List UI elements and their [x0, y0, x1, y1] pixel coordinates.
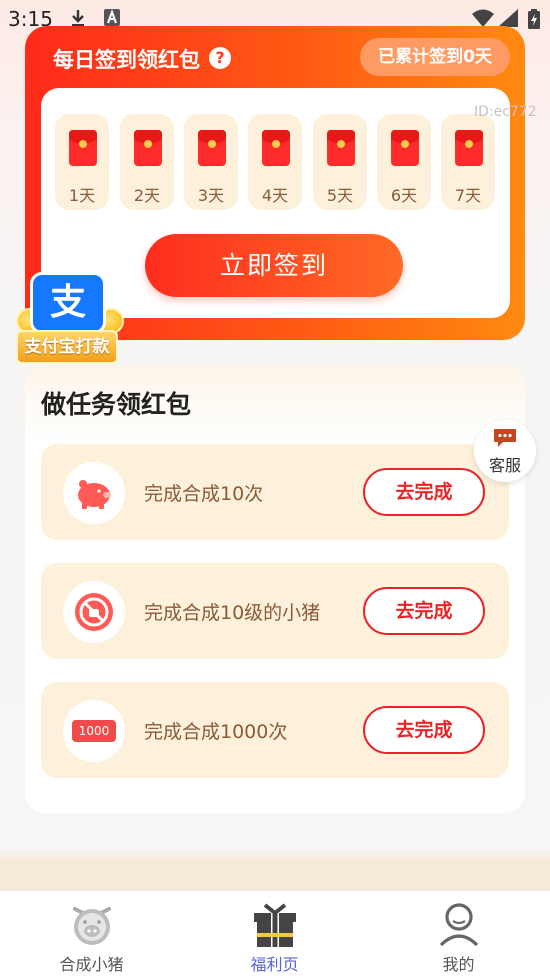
task-text: 完成合成10次	[144, 483, 264, 505]
wifi-icon	[472, 9, 494, 27]
checkin-day-1: 1天	[55, 114, 109, 210]
day-label: 7天	[454, 186, 482, 205]
checkin-day-7: 7天	[441, 114, 495, 210]
day-label: 3天	[197, 186, 225, 205]
task-complete-button[interactable]: 去完成	[363, 468, 485, 516]
task-section-title: 做任务领红包	[41, 390, 192, 419]
badge-1000-icon: 1000	[63, 700, 125, 762]
checkin-count-badge: 已累计签到0天	[360, 38, 510, 76]
help-icon[interactable]: ?	[209, 47, 231, 69]
alipay-icon: 支	[30, 272, 106, 334]
task-text: 完成合成10级的小猪	[144, 602, 321, 624]
checkin-button[interactable]: 立即签到	[145, 234, 403, 297]
pig-face-icon	[72, 907, 111, 945]
day-label: 4天	[261, 186, 289, 205]
task-item: 完成合成10级的小猪 去完成	[41, 563, 509, 659]
day-label: 5天	[326, 186, 354, 205]
day-label: 2天	[133, 186, 161, 205]
checkin-day-3: 3天	[184, 114, 238, 210]
checkin-day-6: 6天	[377, 114, 431, 210]
download-icon	[72, 10, 84, 27]
nav-label: 我的	[442, 955, 475, 974]
gift-icon	[253, 903, 296, 947]
piggy-icon	[63, 462, 125, 524]
red-envelope-icon	[391, 130, 419, 166]
task-item: 完成合成10次 去完成	[41, 444, 509, 540]
red-envelope-icon	[134, 130, 162, 166]
customer-service-label: 客服	[488, 456, 521, 475]
task-complete-button[interactable]: 去完成	[363, 587, 485, 635]
badge-1000-label: 1000	[72, 720, 116, 742]
day-label: 1天	[68, 186, 96, 205]
task-complete-button[interactable]: 去完成	[363, 706, 485, 754]
red-envelope-icon	[455, 130, 483, 166]
signal-icon	[498, 9, 518, 27]
id-watermark: ID:ec772	[474, 104, 537, 120]
bottom-nav: 合成小猪 福利页 我的	[0, 890, 550, 979]
task-item: 1000 完成合成1000次 去完成	[41, 682, 509, 778]
nav-label: 合成小猪	[59, 955, 124, 974]
task-section: 做任务领红包 完成合成10次 去完成 完成合成10级的小猪 去完成 1000 完…	[25, 365, 525, 813]
font-icon	[104, 9, 120, 26]
nav-label: 福利页	[250, 955, 299, 974]
checkin-day-4: 4天	[248, 114, 302, 210]
level-icon	[63, 581, 125, 643]
day-label: 6天	[390, 186, 418, 205]
checkin-day-5: 5天	[313, 114, 367, 210]
red-envelope-icon	[69, 130, 97, 166]
red-envelope-icon	[198, 130, 226, 166]
alipay-ribbon: 支付宝打款	[16, 330, 118, 364]
chat-bubble-icon	[494, 429, 516, 447]
person-icon	[439, 903, 478, 947]
nav-item-welfare[interactable]: 福利页	[183, 891, 366, 979]
red-envelope-icon	[327, 130, 355, 166]
nav-item-mine[interactable]: 我的	[367, 891, 550, 979]
battery-icon	[528, 9, 540, 29]
nav-item-merge-pig[interactable]: 合成小猪	[0, 891, 183, 979]
red-envelope-icon	[262, 130, 290, 166]
checkin-title: 每日签到领红包	[53, 48, 200, 72]
customer-service-button[interactable]: 客服	[474, 420, 536, 482]
task-text: 完成合成1000次	[144, 721, 288, 743]
checkin-day-2: 2天	[120, 114, 174, 210]
alipay-payout-badge[interactable]: 支 支付宝打款	[14, 270, 124, 368]
